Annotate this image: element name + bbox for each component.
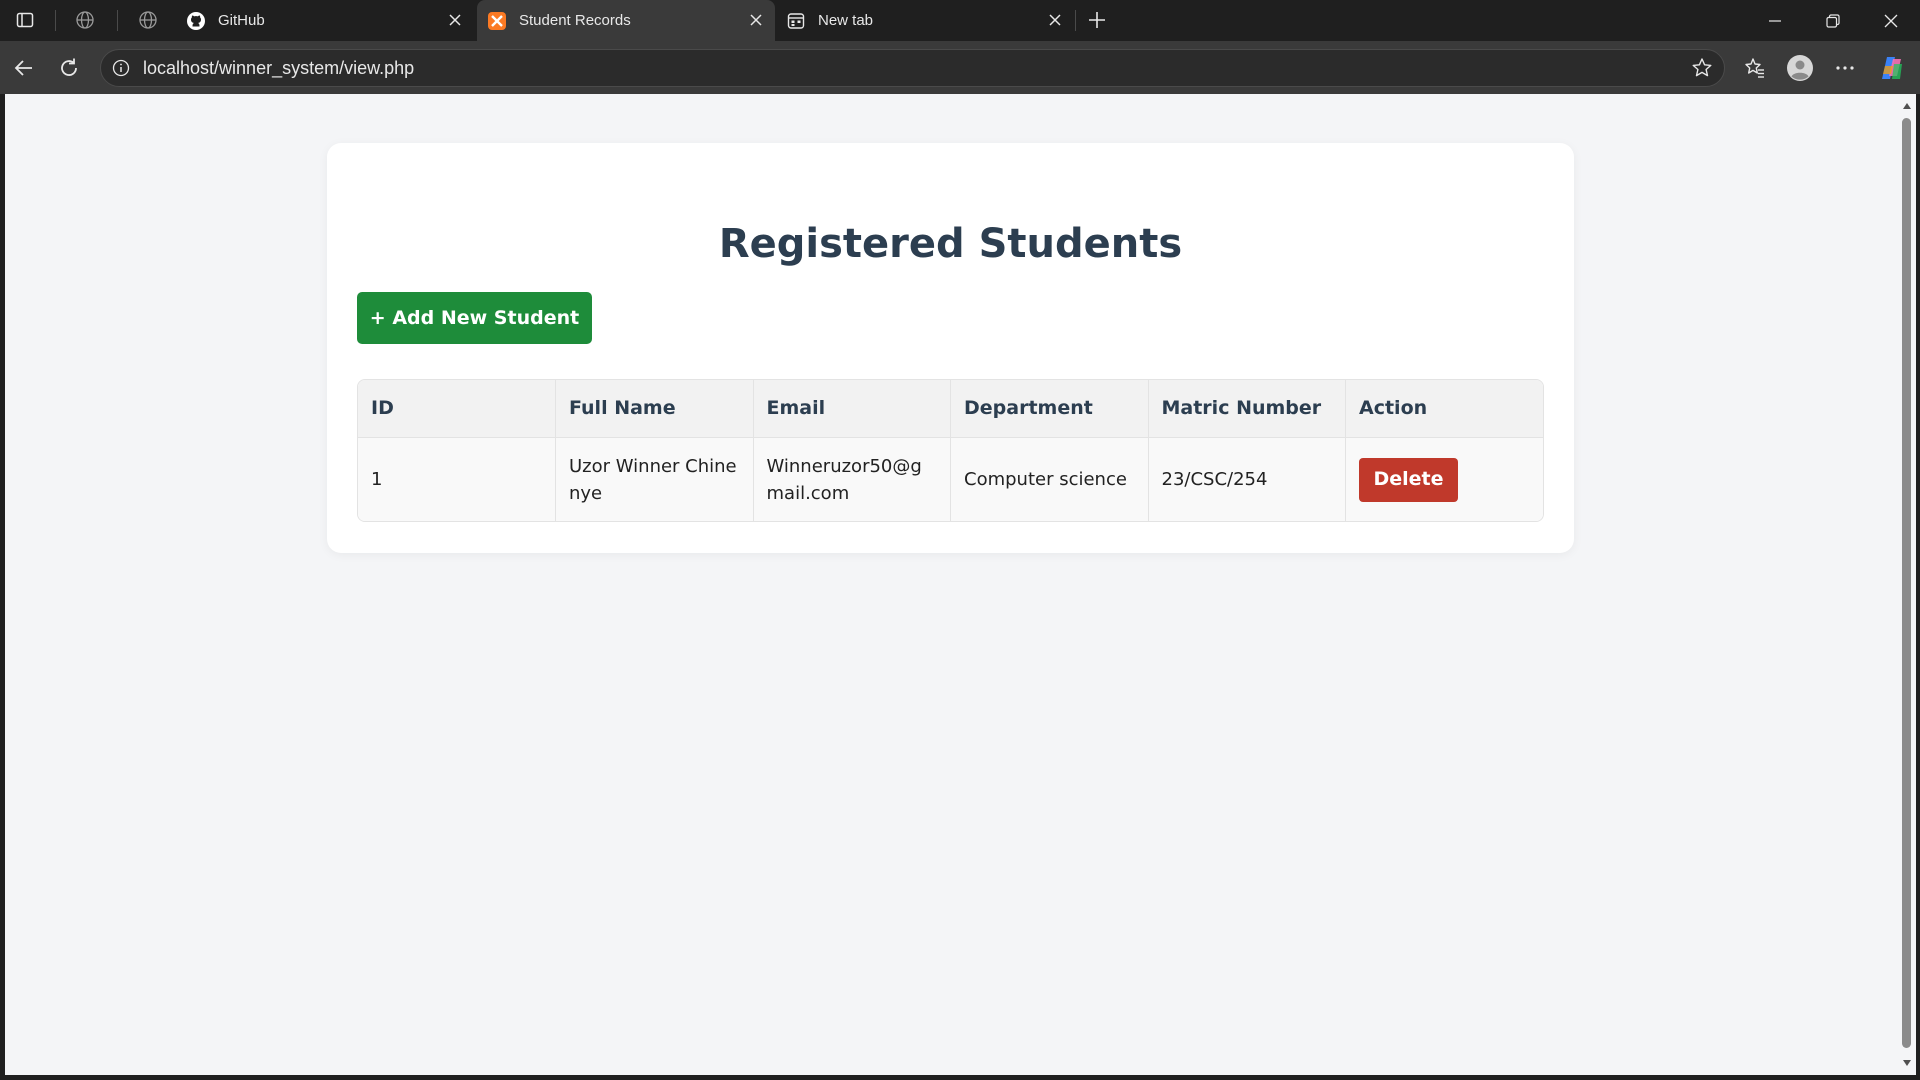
close-icon[interactable] bbox=[745, 9, 767, 31]
header-id: ID bbox=[358, 380, 556, 437]
students-card: Registered Students + Add New Student ID… bbox=[327, 143, 1574, 553]
new-tab-icon bbox=[786, 11, 806, 31]
tab-title: New tab bbox=[818, 12, 874, 29]
page-viewport: Registered Students + Add New Student ID… bbox=[5, 94, 1898, 1075]
cell-full-name: Uzor Winner Chinenye bbox=[555, 437, 754, 521]
reload-icon[interactable] bbox=[51, 50, 87, 86]
students-table: ID Full Name Email Department Matric Num… bbox=[357, 379, 1544, 522]
favorites-icon[interactable] bbox=[1737, 50, 1773, 86]
cell-department: Computer science bbox=[950, 437, 1149, 521]
globe-icon[interactable] bbox=[67, 6, 103, 34]
tab-github[interactable]: GitHub bbox=[176, 0, 474, 41]
tab-new-tab[interactable]: New tab bbox=[776, 0, 1074, 41]
scroll-down-icon[interactable] bbox=[1901, 1057, 1913, 1069]
close-window-icon[interactable] bbox=[1863, 0, 1919, 41]
minimize-icon[interactable] bbox=[1747, 0, 1803, 41]
tab-title: Student Records bbox=[519, 12, 631, 29]
scrollbar[interactable] bbox=[1898, 94, 1916, 1075]
header-action: Action bbox=[1359, 397, 1428, 420]
globe-icon[interactable] bbox=[130, 6, 166, 34]
url-text[interactable]: localhost/winner_system/view.php bbox=[143, 58, 414, 78]
add-new-student-button[interactable]: + Add New Student bbox=[357, 292, 592, 344]
table-header-row: ID Full Name Email Department Matric Num… bbox=[358, 380, 1543, 437]
tab-separator bbox=[1075, 10, 1076, 31]
sidebar-toggle-icon[interactable] bbox=[7, 6, 43, 34]
restore-icon[interactable] bbox=[1805, 0, 1861, 41]
tab-separator bbox=[55, 10, 56, 31]
table-row: 1 Uzor Winner Chinenye Winneruzor50@gmai… bbox=[358, 437, 1544, 521]
more-icon[interactable] bbox=[1827, 50, 1863, 86]
cell-matric-number: 23/CSC/254 bbox=[1148, 437, 1346, 521]
close-icon[interactable] bbox=[1044, 9, 1066, 31]
tab-strip: GitHub Student Records New tab bbox=[0, 0, 1920, 41]
page-title: Registered Students bbox=[718, 221, 1183, 267]
tab-separator bbox=[117, 10, 118, 31]
info-icon[interactable] bbox=[111, 58, 131, 78]
tab-title: GitHub bbox=[218, 12, 265, 29]
cell-action: Delete bbox=[1346, 437, 1544, 521]
address-bar[interactable]: localhost/winner_system/view.php bbox=[100, 49, 1725, 87]
profile-icon[interactable] bbox=[1782, 50, 1818, 86]
header-full-name: Full Name bbox=[555, 380, 754, 437]
scroll-thumb[interactable] bbox=[1902, 118, 1911, 1048]
header-department: Department bbox=[950, 380, 1149, 437]
scroll-up-icon[interactable] bbox=[1901, 100, 1913, 112]
github-icon bbox=[186, 11, 206, 31]
star-icon[interactable] bbox=[1690, 56, 1714, 80]
cell-email: Winneruzor50@gmail.com bbox=[753, 437, 951, 521]
back-icon[interactable] bbox=[6, 50, 42, 86]
header-email: Email bbox=[753, 380, 951, 437]
header-matric-number: Matric Number bbox=[1148, 380, 1346, 437]
plus-icon[interactable] bbox=[1079, 6, 1115, 34]
close-icon[interactable] bbox=[444, 9, 466, 31]
xampp-icon bbox=[487, 11, 507, 31]
delete-button[interactable]: Delete bbox=[1359, 457, 1458, 502]
cell-id: 1 bbox=[358, 437, 556, 521]
tab-student-records[interactable]: Student Records bbox=[477, 0, 775, 41]
copilot-icon[interactable] bbox=[1874, 50, 1910, 86]
browser-toolbar: localhost/winner_system/view.php bbox=[0, 41, 1920, 94]
